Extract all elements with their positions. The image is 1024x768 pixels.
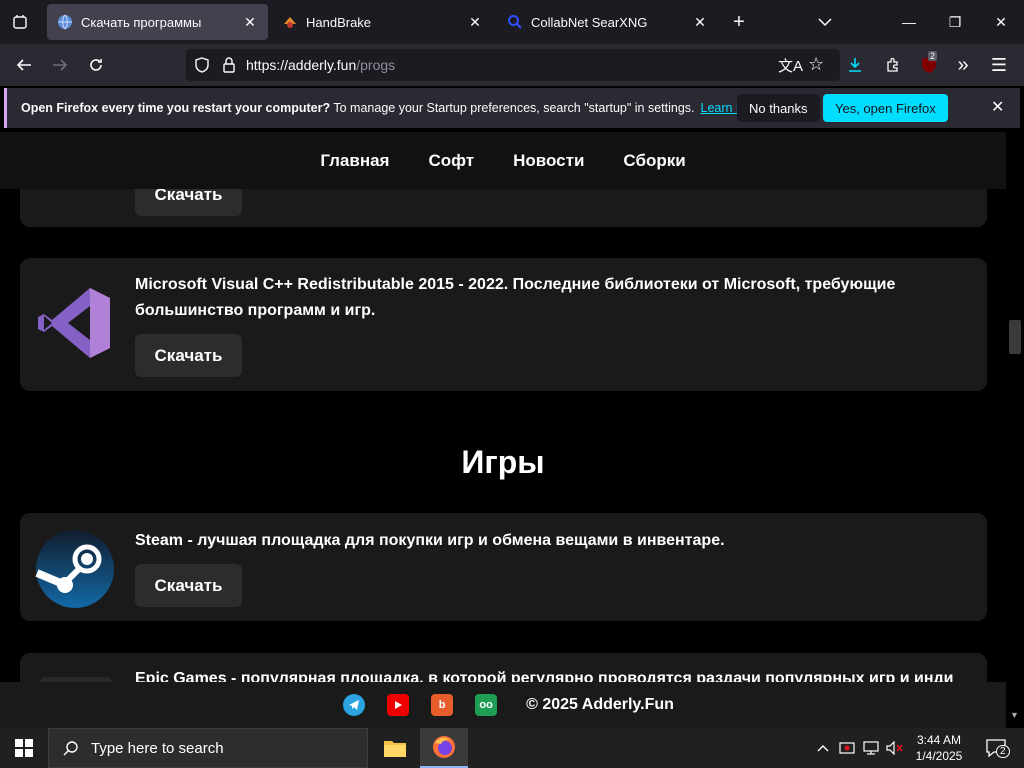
search-placeholder: Type here to search <box>91 739 224 757</box>
section-heading: Игры <box>461 444 545 480</box>
new-tab-button[interactable]: + <box>717 0 761 44</box>
star-icon[interactable]: ☆ <box>808 54 824 75</box>
taskbar: Type here to search 3:44 AM 1/4/2025 2 <box>0 728 1024 768</box>
program-card: Epic Games - популярная площадка, в кото… <box>20 653 987 682</box>
ublock-badge: 2 <box>928 51 938 61</box>
reload-icon[interactable] <box>81 50 111 80</box>
tab-handbrake[interactable]: HandBrake ✕ <box>272 4 493 40</box>
extensions-icon[interactable] <box>878 50 908 80</box>
volume-muted-icon[interactable] <box>884 728 906 768</box>
visual-studio-icon <box>38 288 110 358</box>
tab-label: CollabNet SearXNG <box>531 14 648 30</box>
program-card: Microsoft Visual C++ Redistributable 201… <box>20 258 987 391</box>
url-host: https://adderly.fun <box>246 57 357 73</box>
ublock-icon[interactable]: 2 <box>914 50 944 80</box>
security-tray-icon[interactable] <box>836 728 858 768</box>
clock[interactable]: 3:44 AM 1/4/2025 <box>908 728 970 768</box>
scrollbar-thumb[interactable] <box>1009 320 1021 354</box>
card-title: Epic Games - популярная площадка, в кото… <box>135 670 954 682</box>
steam-community-icon[interactable]: oo <box>475 694 498 716</box>
boosty-icon[interactable]: b <box>431 694 454 716</box>
download-button[interactable]: Скачать <box>135 334 242 377</box>
close-icon[interactable]: ✕ <box>467 14 483 31</box>
file-explorer-icon[interactable] <box>372 728 418 768</box>
tab-label: Скачать программы <box>81 14 202 30</box>
page-content: Главная Софт Новости Сборки Скачать Micr… <box>0 132 1006 682</box>
menu-icon[interactable]: ☰ <box>984 50 1014 80</box>
notification-message: Open Firefox every time you restart your… <box>21 101 764 115</box>
nav-link-news[interactable]: Новости <box>513 151 584 171</box>
search-icon <box>63 741 78 756</box>
back-icon[interactable] <box>9 50 39 80</box>
handbrake-icon <box>284 17 296 28</box>
youtube-icon[interactable] <box>387 694 410 716</box>
download-button[interactable]: Скачать <box>135 564 242 607</box>
nav-link-builds[interactable]: Сборки <box>623 151 685 171</box>
download-icon[interactable] <box>840 50 870 80</box>
tab-list-icon[interactable] <box>0 0 40 44</box>
search-icon <box>508 15 522 29</box>
nav-link-soft[interactable]: Софт <box>428 151 474 171</box>
minimize-button[interactable]: — <box>886 0 932 44</box>
firefox-taskbar-icon[interactable] <box>420 728 468 768</box>
network-icon[interactable] <box>860 728 882 768</box>
navigation-toolbar: https://adderly.fun/progs 文A ☆ 2 » ☰ <box>0 44 1024 86</box>
notification-text: To manage your Startup preferences, sear… <box>330 101 695 115</box>
globe-icon <box>58 14 72 30</box>
telegram-icon[interactable] <box>343 694 366 716</box>
address-bar[interactable]: https://adderly.fun/progs 文A ☆ <box>186 49 840 81</box>
scrollbar[interactable]: ▼ <box>1006 132 1024 728</box>
site-footer: b oo © 2025 Adderly.Fun <box>0 682 1006 728</box>
windows-start-icon[interactable] <box>0 728 48 768</box>
site-nav: Главная Софт Новости Сборки <box>0 132 1006 189</box>
card-title: Microsoft Visual C++ Redistributable 201… <box>135 276 896 319</box>
close-icon[interactable]: ✕ <box>242 14 258 31</box>
copyright: © 2025 Adderly.Fun <box>526 696 674 713</box>
close-icon[interactable]: ✕ <box>991 97 1004 117</box>
notification-bold: Open Firefox every time you restart your… <box>21 101 331 115</box>
notifications-icon[interactable]: 2 <box>976 728 1016 768</box>
nav-link-home[interactable]: Главная <box>320 151 389 171</box>
taskbar-search[interactable]: Type here to search <box>48 728 368 768</box>
shield-icon[interactable] <box>194 57 210 73</box>
tab-searxng[interactable]: CollabNet SearXNG ✕ <box>497 4 718 40</box>
translate-icon[interactable]: 文A <box>778 55 803 76</box>
url-text: https://adderly.fun/progs <box>246 57 395 73</box>
lock-icon[interactable] <box>222 57 236 73</box>
chevron-down-icon[interactable] <box>803 0 847 44</box>
tab-bar: Скачать программы ✕ HandBrake ✕ CollabNe… <box>0 0 1024 44</box>
close-icon[interactable]: ✕ <box>692 14 708 31</box>
forward-icon[interactable] <box>45 50 75 80</box>
url-path: /progs <box>356 57 396 73</box>
open-firefox-button[interactable]: Yes, open Firefox <box>823 94 948 122</box>
close-window-button[interactable]: ✕ <box>978 0 1024 44</box>
tab-active[interactable]: Скачать программы ✕ <box>47 4 268 40</box>
startup-notification: Open Firefox every time you restart your… <box>4 88 1020 128</box>
steam-icon <box>35 530 114 608</box>
clock-date: 1/4/2025 <box>915 749 963 763</box>
maximize-button[interactable]: ❐ <box>932 0 978 44</box>
card-title: Steam - лучшая площадка для покупки игр … <box>135 532 725 549</box>
scroll-down-arrow-icon[interactable]: ▼ <box>1010 710 1019 720</box>
program-card: Steam - лучшая площадка для покупки игр … <box>20 513 987 621</box>
chevron-up-icon[interactable] <box>812 728 834 768</box>
notification-count: 2 <box>996 745 1010 758</box>
overflow-chevron-icon[interactable]: » <box>948 50 978 80</box>
clock-time: 3:44 AM <box>916 733 962 747</box>
tab-label: HandBrake <box>306 14 372 30</box>
no-thanks-button[interactable]: No thanks <box>737 94 820 122</box>
